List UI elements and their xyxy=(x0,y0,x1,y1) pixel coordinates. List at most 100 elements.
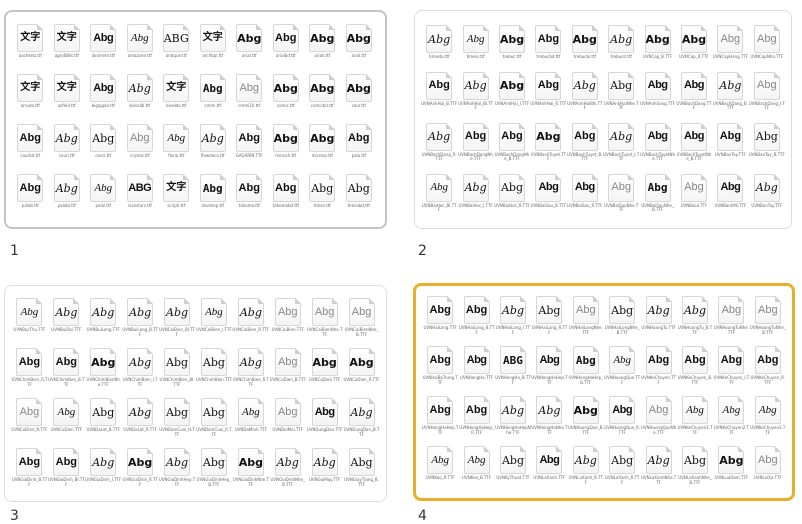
font-file-item[interactable]: Abg UVNAnhHaiBlk.TTF xyxy=(567,71,603,119)
font-file-item[interactable]: Abg UVNChimBienNhe.TTF xyxy=(85,348,122,394)
font-file-item[interactable]: Abg trebucbi.ttf xyxy=(567,25,603,68)
font-file-item[interactable]: Abg stardrop.ttf xyxy=(195,174,232,220)
font-file-item[interactable]: Abg UVNChimBien_BI.TTF xyxy=(159,348,196,394)
font-file-item[interactable]: Abg UVNLaXanh_R.TTF xyxy=(604,446,640,492)
font-file-item[interactable]: Abg UVNHongHaHep_B.TTF xyxy=(568,346,604,392)
font-file-item[interactable]: Abg UVNBachTuyet_B.TTF xyxy=(567,122,603,170)
font-file-item[interactable]: Abg UVNBachDang_B.TTF xyxy=(712,71,748,119)
font-file-item[interactable]: Abg timesbd.ttf xyxy=(341,174,378,220)
font-file-item[interactable]: Abg UVNDungDan.TTF xyxy=(306,398,343,444)
font-file-item[interactable]: Abg ariali.ttf xyxy=(304,24,341,70)
font-file-item[interactable]: Abg aknimim.ttf xyxy=(85,24,122,70)
font-file-item[interactable]: Abg trebucbd.ttf xyxy=(530,25,566,68)
font-file-item[interactable]: Abg UVNAnhHai_BI.TTF xyxy=(457,71,493,119)
font-file-item[interactable]: Abg UVNHongHaHep.TTF xyxy=(422,396,458,442)
font-file-item[interactable]: Abg UVNHuongQue.TTF xyxy=(604,346,640,392)
font-file-item[interactable]: Abg GAGARIN.TTF xyxy=(231,124,268,170)
font-file-item[interactable]: Abg couri.ttf xyxy=(85,124,122,170)
font-file-item[interactable]: Abg UVNLoiXa.TTF xyxy=(750,446,786,492)
font-file-item[interactable]: Abg UVNKeChuyen3.TTF xyxy=(750,396,786,442)
font-file-item[interactable]: Abg UVNAnhHaiNhe.TTF xyxy=(603,71,639,119)
font-file-item[interactable]: Abg UVNCaiBien_BI.TTF xyxy=(159,298,196,344)
font-file-item[interactable]: Abg UVNAnhHai_R.TTF xyxy=(530,71,566,119)
font-file-item[interactable]: Abg UVNBachDang_I.TTF xyxy=(749,71,785,119)
font-file-item[interactable]: Abg UVNLaXanh_B.TTF xyxy=(568,446,604,492)
font-file-item[interactable]: Abg UVNGiayTrang_B.TTF xyxy=(343,448,380,494)
font-file-item[interactable]: Abg UVNAnhSang.TTF xyxy=(639,71,675,119)
font-file-item[interactable]: Abg UVNBaiSau_R.TTF xyxy=(567,173,603,221)
font-file-item[interactable]: Abg UVNGiaDinhHep.TTF xyxy=(159,448,196,494)
font-file-item[interactable]: ABG rockstars.ttf xyxy=(122,174,159,220)
font-file-item[interactable]: ABG UVNHongHa_B.TTF xyxy=(495,346,531,392)
font-file-item[interactable]: Abg UVNHaiLongNhe.TTF xyxy=(568,296,604,342)
font-file-item[interactable]: Abg UVNHuongQue_R.TTF xyxy=(604,396,640,442)
font-file-item[interactable]: Abg UVNKeo_B.TTF xyxy=(458,446,494,492)
font-file-item[interactable]: Abg UVNBuiLong.TTF xyxy=(85,298,122,344)
font-file-item[interactable]: Abg UVNDaLat_B.TTF xyxy=(85,398,122,444)
font-file-item[interactable]: Abg UVNHaiLongNhe_B.TTF xyxy=(604,296,640,342)
font-file-item[interactable]: Abg UVNHoangTu.TTF xyxy=(640,296,676,342)
font-file-item[interactable]: Abg tahoma.ttf xyxy=(231,174,268,220)
font-file-item[interactable]: Abg UVNGiaDinhNhe.TTF xyxy=(232,448,269,494)
font-file-item[interactable]: Abg UVNHongHaHepNhe.TTF xyxy=(495,396,531,442)
font-file-item[interactable]: Abg UVNKeChuyen_I.TTF xyxy=(713,346,749,392)
font-file-item[interactable]: Abg arialbd.ttf xyxy=(268,24,305,70)
font-file-item[interactable]: Abg UVNBaiSauNhe.TTF xyxy=(603,173,639,221)
font-file-item[interactable]: Abg UVNHongHaNhe.TTF xyxy=(531,396,568,442)
font-file-item[interactable]: Abg trebuc.ttf xyxy=(494,25,530,68)
font-file-item[interactable]: Abg UVNAnhHai_I.TTF xyxy=(494,71,530,119)
font-file-item[interactable]: Abg couri.ttf xyxy=(49,124,86,170)
font-file-item[interactable]: Abg UVNLaXanhNhe.TTF xyxy=(640,446,676,492)
font-file-item[interactable]: Abg UVNKeChuyen_R.TTF xyxy=(750,346,786,392)
font-file-item[interactable]: Abg UVNBaiSauNhe_B.TTF xyxy=(639,173,675,221)
thumbnail-4-selected[interactable]: Abg UVNHaiLong.TTF Abg UVNHaiLong_B.TTF Abg U… xyxy=(413,283,795,501)
font-file-item[interactable]: Abg UVNBaiHoc_BI.TTF xyxy=(421,173,457,221)
font-file-item[interactable]: Abg UVNBanTay.TTF xyxy=(712,122,748,170)
font-file-item[interactable]: Abg UVNGiaDinhHep_B.TTF xyxy=(196,448,233,494)
font-file-item[interactable]: Abg UVNBachDang.TTF xyxy=(676,71,712,119)
font-file-item[interactable]: Abg UVNHoangTuNhe_B.TTF xyxy=(750,296,786,342)
font-file-item[interactable]: Abg UVNHuongQue_B.TTF xyxy=(568,396,604,442)
font-file-item[interactable]: Abg UVNChimBien_R.TTF xyxy=(11,348,48,394)
font-file-item[interactable]: Abg times.ttf xyxy=(304,174,341,220)
font-file-item[interactable]: Abg UVNHuongQueNhe.TTF xyxy=(640,396,676,442)
font-file-item[interactable]: Abg UVNBachTuyet_I.TTF xyxy=(603,122,639,170)
font-file-item[interactable]: Abg courbd.ttf xyxy=(12,124,49,170)
font-file-item[interactable]: Abg micross.ttf xyxy=(304,124,341,170)
font-file-item[interactable]: Abg UVNBachTuyetNhe_B.TTF xyxy=(676,122,712,170)
font-file-item[interactable]: Abg UVNDamCuoi_H.TTF xyxy=(159,398,196,444)
font-file-item[interactable]: Abg UVNLaXanh.TTF xyxy=(531,446,567,492)
font-file-item[interactable]: Abg UVNCaiBien_R.TTF xyxy=(232,298,269,344)
font-file-item[interactable]: Abg UVNCoDien_R.TTF xyxy=(11,398,48,444)
font-file-item[interactable]: Abg UVNBuiDoi.TTF xyxy=(48,298,85,344)
font-file-item[interactable]: Abg UVNGiaDinh_R.TTF xyxy=(122,448,159,494)
font-file-item[interactable]: Abg UVNHaiLong_I.TTF xyxy=(495,296,531,342)
font-file-item[interactable]: Abg UVNHoangTuNhe.TTF xyxy=(713,296,749,342)
font-file-item[interactable]: Abg UVNHaiLong_B.TTF xyxy=(458,296,494,342)
font-file-item[interactable]: Abg UVNCoDien.TTF xyxy=(306,348,343,394)
font-file-item[interactable]: Abg UVNHongHaHep_R.TTF xyxy=(458,396,494,442)
font-file-item[interactable]: Abg UVNGioMay.TTF xyxy=(306,448,343,494)
thumbnail-2[interactable]: Abg timesbi.ttf Abg timesi.ttf Abg trebuc.ttf… xyxy=(414,10,792,229)
font-file-item[interactable]: Abg trebucit.ttf xyxy=(603,25,639,68)
font-file-item[interactable]: Abg UVNCaiBienNhe.TTF xyxy=(306,298,343,344)
font-file-item[interactable]: Abg UVNLuaDem.TTF xyxy=(713,446,749,492)
font-file-item[interactable]: Abg UVNCaiBien.TTF xyxy=(269,298,306,344)
font-file-item[interactable]: Abg UVNDaLat_R.TTF xyxy=(122,398,159,444)
font-file-item[interactable]: Abg bigapple.ttf xyxy=(85,74,122,120)
font-file-item[interactable]: Abg UVNBachTuyet.TTF xyxy=(530,122,566,170)
font-file-item[interactable]: Abg UVNBuiLong_B.TTF xyxy=(122,298,159,344)
font-file-item[interactable]: 文字 aachenb.ttf xyxy=(12,24,49,70)
font-file-item[interactable]: Abg UVNChimBien_B.TTF xyxy=(48,348,85,394)
font-file-item[interactable]: Abg UVNBachDang_R.TTF xyxy=(421,122,457,170)
font-file-item[interactable]: Abg UVNChimBien.TTF xyxy=(196,348,233,394)
font-file-item[interactable]: ABG antique.ttf xyxy=(158,24,195,70)
font-file-item[interactable]: Abg pala.ttf xyxy=(341,124,378,170)
font-file-item[interactable]: Abg UVNBucThu.TTF xyxy=(11,298,48,344)
font-file-item[interactable]: Abg cmmi10.ttf xyxy=(231,74,268,120)
font-file-item[interactable]: Abg UVNDoiMoi.TTF xyxy=(269,398,306,444)
font-file-item[interactable]: Abg UVNChimBien_R.TTF xyxy=(232,348,269,394)
font-file-item[interactable]: Abg UVNHaiLong_R.TTF xyxy=(531,296,567,342)
font-file-item[interactable]: Abg flowdeco.ttf xyxy=(195,124,232,170)
font-file-item[interactable]: Abg UVNBaLe.TTF xyxy=(676,173,712,221)
